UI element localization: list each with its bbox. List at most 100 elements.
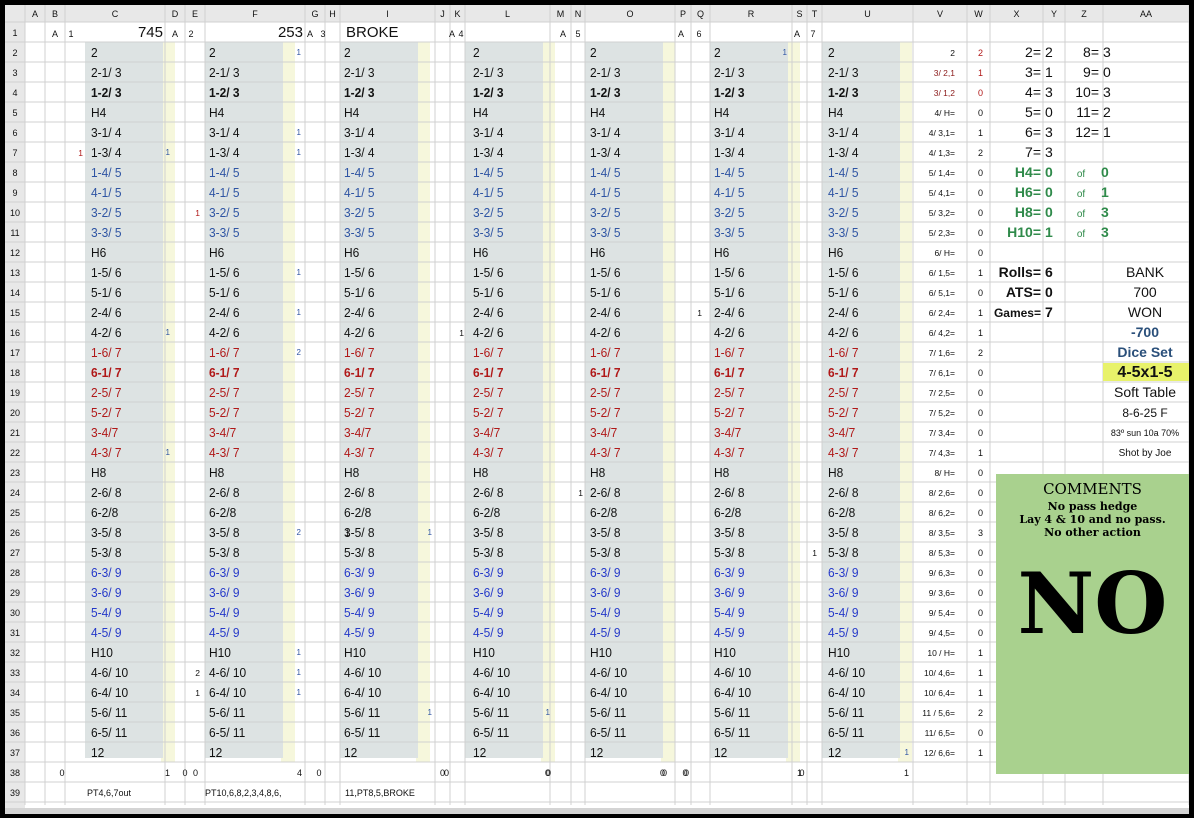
sum-value: 3 xyxy=(1045,84,1053,100)
combo-cell: 2-5/ 7 xyxy=(590,386,621,401)
tally-label: 5/ 2,3= xyxy=(929,228,955,238)
combo-cell: 2-1/ 3 xyxy=(714,66,745,81)
shooter-label: A xyxy=(172,29,178,39)
row-header-27: 27 xyxy=(10,548,20,558)
combo-cell: 4-6/ 10 xyxy=(590,666,627,681)
tally-value: 0 xyxy=(978,408,983,418)
shooter-name: Shot by Joe xyxy=(1119,448,1172,459)
combo-cell: 5-6/ 11 xyxy=(473,706,509,721)
row-header-5: 5 xyxy=(12,108,17,118)
sheet-tab-strip[interactable] xyxy=(5,808,1189,814)
mid-mark: 1 xyxy=(345,528,350,538)
row-header-31: 31 xyxy=(10,628,20,638)
combo-cell: 3-6/ 9 xyxy=(590,586,621,601)
row-header-7: 7 xyxy=(12,148,17,158)
tally-label: 7/ 5,2= xyxy=(929,408,955,418)
comments-line-2: Lay 4 & 10 and no pass. No other action xyxy=(1019,513,1166,539)
stat-value: 7 xyxy=(1045,304,1053,320)
session-date: 8-6-25 F xyxy=(1122,406,1167,420)
combo-cell: 3-4/7 xyxy=(344,426,371,441)
right-total: 1 xyxy=(165,768,170,778)
column-header-h: H xyxy=(329,9,336,19)
sum-label: 4= xyxy=(1025,84,1041,100)
spreadsheet[interactable]: A B C D E F G H I J K L M N O P Q R S T U V W X Y Z AA 1 2 3 4 5 6 7 8 9 10 1… xyxy=(5,5,1189,814)
combo-cell: 3-4/7 xyxy=(714,426,741,441)
tally-value: 1 xyxy=(978,328,983,338)
combo-cell: 2-6/ 8 xyxy=(344,486,375,501)
combo-cell: 2-4/ 6 xyxy=(590,306,621,321)
tally-label: 4/ 3,1= xyxy=(929,128,955,138)
combo-cell: 3-4/7 xyxy=(209,426,236,441)
combo-cell: 6-5/ 11 xyxy=(590,726,626,741)
column-header-s: S xyxy=(796,9,802,19)
tally-label: 9/ 5,4= xyxy=(929,608,955,618)
combo-cell: 2-1/ 3 xyxy=(473,66,504,81)
tally-value: 0 xyxy=(978,548,983,558)
combo-cell: 4-2/ 6 xyxy=(344,326,375,341)
combo-cell: 5-6/ 11 xyxy=(91,706,127,721)
combo-cell: H8 xyxy=(828,466,843,481)
shooter-number: 7 xyxy=(810,29,815,39)
combo-cell: 1-3/ 4 xyxy=(714,146,745,161)
row-header-24: 24 xyxy=(10,488,20,498)
right-mark: 1 xyxy=(297,268,302,277)
combo-cell: 1-4/ 5 xyxy=(714,166,745,181)
left-zero: 0 xyxy=(799,768,804,778)
combo-cell: 3-1/ 4 xyxy=(91,126,122,141)
combo-cell: 1-3/ 4 xyxy=(590,146,621,161)
combo-cell: 6-4/ 10 xyxy=(473,686,510,701)
combo-cell: 4-2/ 6 xyxy=(91,326,122,341)
combo-cell: H6 xyxy=(91,246,106,261)
row-header-32: 32 xyxy=(10,648,20,658)
tally-label: 8/ H= xyxy=(934,468,955,478)
row-header-23: 23 xyxy=(10,468,20,478)
right-mark: 1 xyxy=(297,308,302,317)
comments-box[interactable]: COMMENTS No pass hedge Lay 4 & 10 and no… xyxy=(996,474,1189,774)
combo-cell: 5-4/ 9 xyxy=(91,606,122,621)
combo-cell: H4 xyxy=(91,106,106,121)
shooter-header: BROKE xyxy=(346,24,399,41)
combo-cell: 5-1/ 6 xyxy=(209,286,240,301)
combo-cell: 4-6/ 10 xyxy=(828,666,865,681)
tally-value: 0 xyxy=(978,228,983,238)
won-value: -700 xyxy=(1131,324,1159,340)
combo-cell: 1-3/ 4 xyxy=(344,146,375,161)
sum-label: 8= xyxy=(1083,44,1099,60)
combo-cell: 3-1/ 4 xyxy=(473,126,504,141)
combo-cell: 3-5/ 8 xyxy=(473,526,504,541)
row-header-28: 28 xyxy=(10,568,20,578)
tally-label: 3/ 1,2 xyxy=(934,88,956,98)
weather-info: 83º sun 10a 70% xyxy=(1111,428,1179,438)
combo-cell: 2-1/ 3 xyxy=(209,66,240,81)
combo-cell: 2-5/ 7 xyxy=(91,386,122,401)
tally-label: 9/ 6,3= xyxy=(929,568,955,578)
stat-label: ATS= xyxy=(1006,284,1041,300)
combo-cell: 4-3/ 7 xyxy=(344,446,375,461)
combo-cell: 2-5/ 7 xyxy=(714,386,745,401)
row-header-21: 21 xyxy=(10,428,20,438)
combo-cell: 5-6/ 11 xyxy=(590,706,626,721)
right-mark: 1 xyxy=(905,748,910,757)
column-header-c: C xyxy=(112,9,119,19)
combo-cell: 4-3/ 7 xyxy=(828,446,859,461)
combo-cell: 4-1/ 5 xyxy=(473,186,504,201)
combo-cell: 2-6/ 8 xyxy=(590,486,621,501)
table-type: Soft Table xyxy=(1114,384,1176,400)
hardway-value: 0 xyxy=(1045,184,1053,200)
stat-label: Rolls= xyxy=(999,264,1041,280)
tally-value: 1 xyxy=(978,448,983,458)
combo-cell: 6-1/ 7 xyxy=(714,366,745,381)
combo-cell: 3-6/ 9 xyxy=(91,586,122,601)
tally-value: 0 xyxy=(978,208,983,218)
right-mark: 1 xyxy=(783,48,788,57)
column-header-e: E xyxy=(192,9,198,19)
combo-cell: 5-2/ 7 xyxy=(828,406,859,421)
combo-cell: 6-3/ 9 xyxy=(209,566,240,581)
combo-cell: 5-3/ 8 xyxy=(473,546,504,561)
combo-cell: 6-4/ 10 xyxy=(344,686,381,701)
combo-cell: 2-5/ 7 xyxy=(473,386,504,401)
combo-cell: 6-2/8 xyxy=(590,506,617,521)
column-header-x: X xyxy=(1013,9,1019,19)
combo-cell: H6 xyxy=(714,246,729,261)
combo-cell: 6-2/8 xyxy=(714,506,741,521)
